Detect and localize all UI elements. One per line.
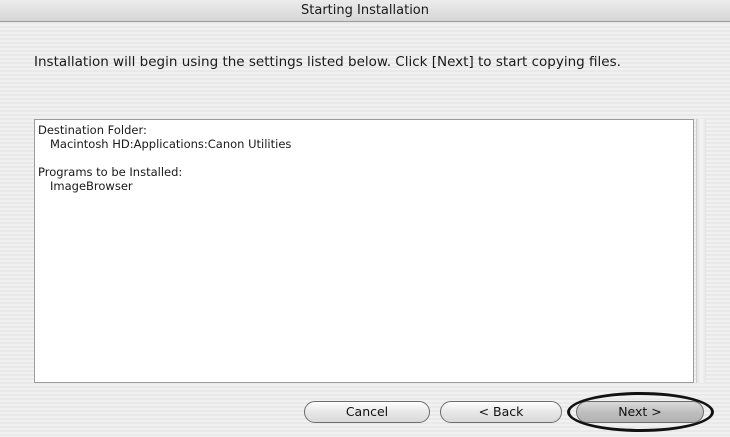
title-bar[interactable]: Starting Installation <box>0 0 730 22</box>
settings-summary-box[interactable]: Destination Folder: Macintosh HD:Applica… <box>34 119 694 383</box>
programs-label: Programs to be Installed: <box>38 165 183 179</box>
next-button[interactable]: Next > <box>576 401 704 423</box>
installer-window: Starting Installation Installation will … <box>0 0 730 437</box>
programs-value: ImageBrowser <box>50 179 133 193</box>
instruction-text: Installation will begin using the settin… <box>34 54 621 70</box>
summary-scrollbar[interactable] <box>696 119 706 383</box>
window-title: Starting Installation <box>301 3 429 18</box>
destination-folder-label: Destination Folder: <box>38 123 147 137</box>
cancel-button[interactable]: Cancel <box>304 401 430 423</box>
destination-folder-value: Macintosh HD:Applications:Canon Utilitie… <box>50 137 292 151</box>
back-button[interactable]: < Back <box>440 401 562 423</box>
